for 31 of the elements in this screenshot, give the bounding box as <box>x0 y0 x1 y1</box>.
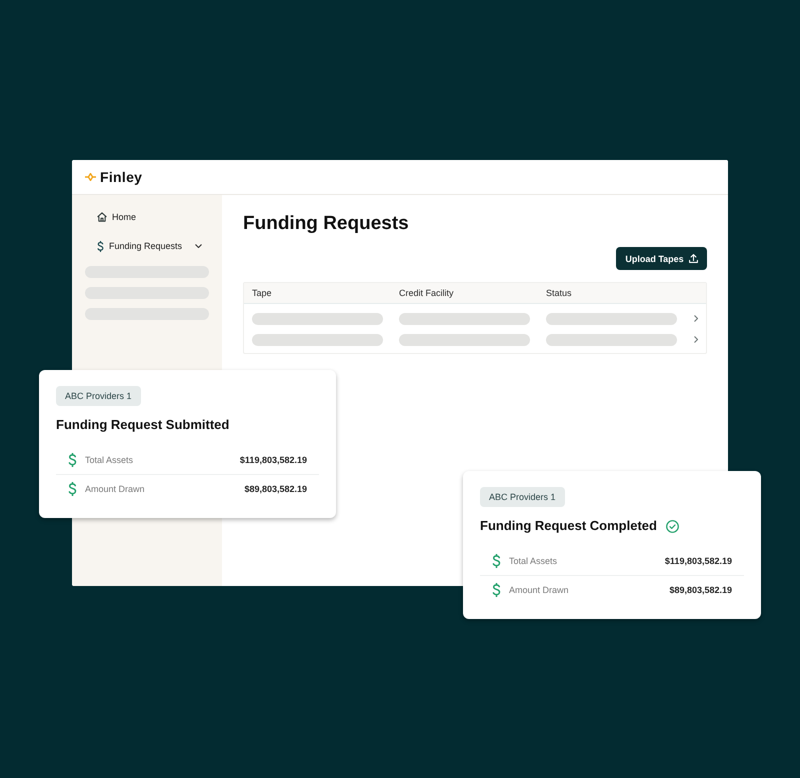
dollar-icon <box>97 240 104 252</box>
chevron-right-icon[interactable] <box>694 315 698 322</box>
metric-value: $119,803,582.19 <box>240 455 307 465</box>
sidebar-item[interactable]: Funding Requests <box>85 236 209 256</box>
metric-value: $119,803,582.19 <box>664 556 732 566</box>
card-title: Funding Request Completed <box>480 518 657 534</box>
metric-label: Total Assets <box>85 455 134 465</box>
dollar-icon <box>68 482 77 496</box>
column-header: Status <box>545 288 573 298</box>
column-header: Credit Facility <box>398 288 455 298</box>
chevron-right-icon[interactable] <box>694 336 698 343</box>
metric-label: Amount Drawn <box>85 484 145 494</box>
upload-button[interactable]: Upload Tapes <box>616 247 707 270</box>
dollar-icon <box>492 583 501 597</box>
provider-tag: ABC Providers 1 <box>480 487 565 507</box>
metric-value: $89,803,582.19 <box>669 585 732 595</box>
metric-label: Amount Drawn <box>509 585 569 595</box>
page-title: Funding Requests <box>243 213 410 235</box>
sidebar-item[interactable]: Home <box>85 207 209 227</box>
logo-icon <box>85 173 96 181</box>
home-icon <box>97 212 107 222</box>
column-header: Tape <box>251 288 273 298</box>
metric-value: $89,803,582.19 <box>244 484 307 494</box>
provider-tag: ABC Providers 1 <box>56 386 141 406</box>
brand-name: Finley <box>100 169 142 185</box>
card-title: Funding Request Submitted <box>56 417 230 433</box>
dollar-icon <box>68 453 77 467</box>
metric-label: Total Assets <box>509 556 558 566</box>
chevron-down-icon[interactable] <box>195 244 202 248</box>
dollar-icon <box>492 554 501 568</box>
upload-icon <box>688 254 698 263</box>
